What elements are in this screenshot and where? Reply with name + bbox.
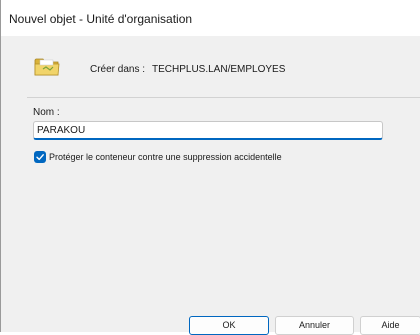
title-bar: Nouvel objet - Unité d'organisation — [1, 0, 420, 36]
window-title: Nouvel objet - Unité d'organisation — [9, 12, 193, 26]
ok-button[interactable]: OK — [189, 316, 269, 335]
header-divider — [27, 97, 420, 98]
dialog-window: Nouvel objet - Unité d'organisation Crée… — [0, 0, 420, 335]
help-button[interactable]: Aide — [360, 316, 420, 335]
dialog-header: Créer dans : TECHPLUS.LAN/EMPLOYES — [1, 36, 420, 101]
name-label: Nom : — [33, 107, 60, 118]
protect-checkbox[interactable] — [34, 151, 46, 163]
folder-icon — [34, 55, 60, 77]
container-path: TECHPLUS.LAN/EMPLOYES — [152, 64, 286, 75]
create-in-label: Créer dans : — [90, 64, 146, 75]
cancel-button[interactable]: Annuler — [275, 316, 354, 335]
protect-label: Protéger le conteneur contre une suppres… — [49, 152, 282, 162]
checkmark-icon — [36, 154, 44, 161]
name-input[interactable] — [33, 121, 383, 140]
